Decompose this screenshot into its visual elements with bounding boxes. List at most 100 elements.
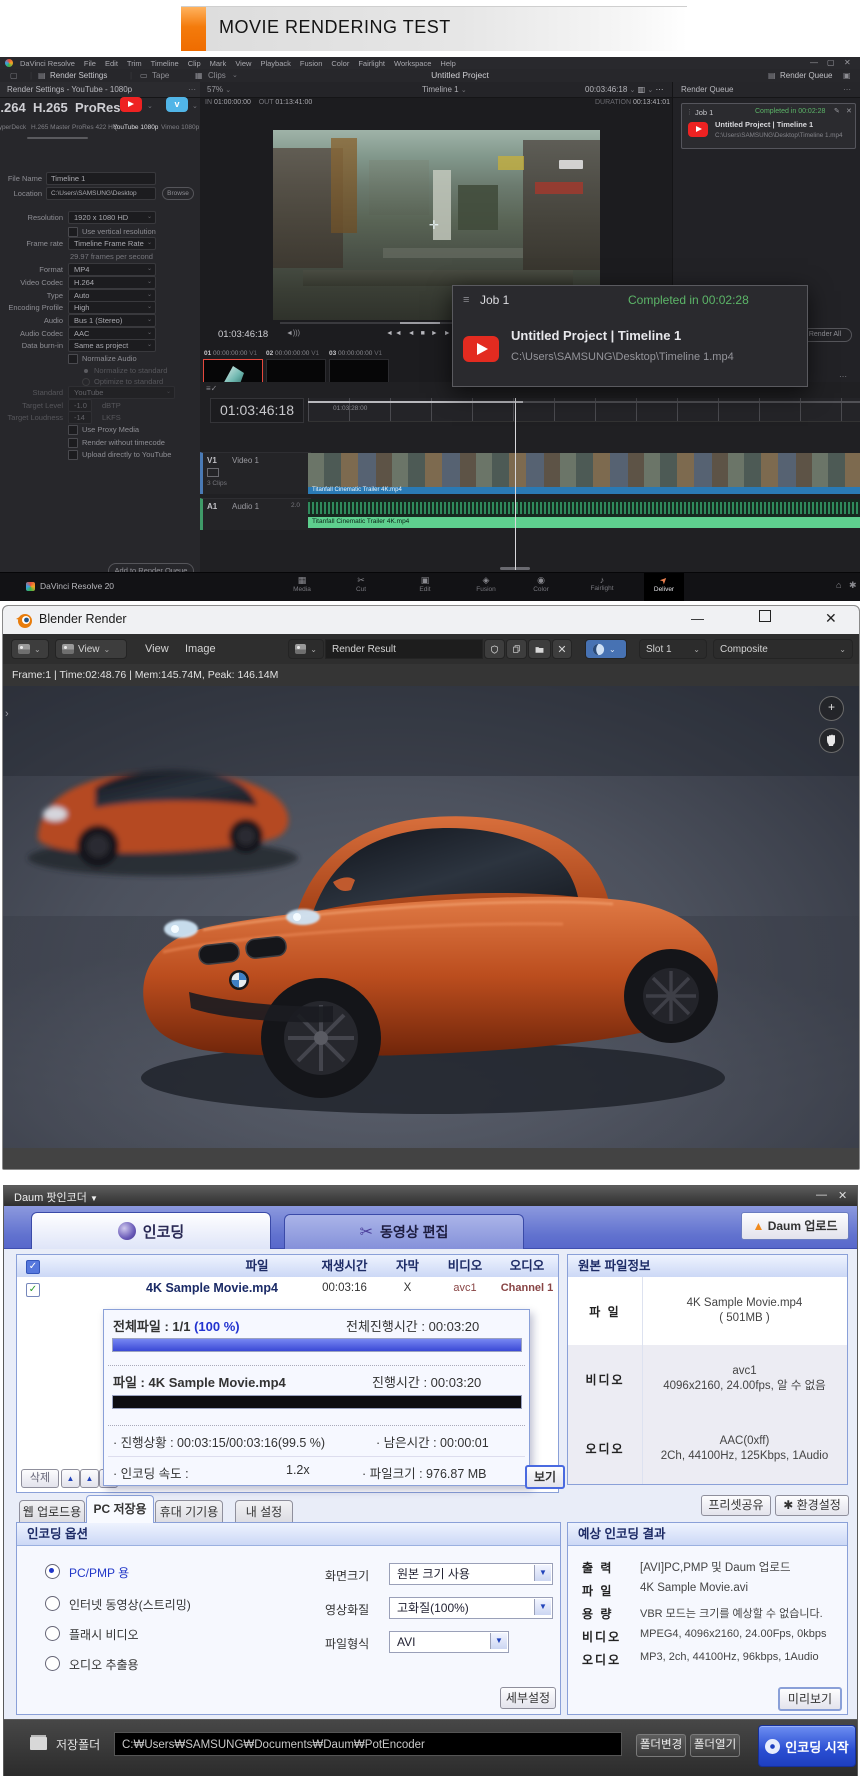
pass-select[interactable]: Composite⌄: [713, 639, 853, 659]
col-subtitle[interactable]: 자막: [380, 1255, 435, 1277]
radio-flash-label[interactable]: 플래시 비디오: [69, 1626, 139, 1643]
start-encoding-button[interactable]: 인코딩 시작: [758, 1725, 856, 1767]
slot-select[interactable]: Slot 1⌄: [639, 639, 707, 659]
youtube-preset-icon[interactable]: [120, 97, 142, 112]
editor-type-select[interactable]: ⌄: [11, 639, 49, 659]
file-format-select[interactable]: AVI▼: [389, 1631, 509, 1653]
preset-h264[interactable]: H.264: [0, 100, 26, 115]
radio-flash[interactable]: [45, 1626, 60, 1641]
pan-hand-icon[interactable]: [819, 728, 844, 753]
nav-media[interactable]: ▦Media: [284, 575, 320, 593]
preview-button[interactable]: 미리보기: [778, 1687, 842, 1711]
menu-view[interactable]: View: [235, 59, 251, 68]
menu-playback[interactable]: Playback: [260, 59, 290, 68]
col-duration[interactable]: 재생시간: [307, 1255, 382, 1277]
clips-button[interactable]: Clips: [208, 71, 226, 80]
preset-h265[interactable]: H.265: [33, 100, 68, 115]
preset-tab-mobile[interactable]: 휴대 기기용: [155, 1500, 223, 1524]
render-queue-toolbar-button[interactable]: Render Queue: [780, 71, 832, 80]
location-input[interactable]: C:\Users\SAMSUNG\Desktop: [46, 187, 156, 200]
file-row-checkbox[interactable]: ✓: [26, 1283, 40, 1297]
preset-share-button[interactable]: 프리셋공유: [701, 1495, 771, 1516]
format-select[interactable]: MP4⌄: [68, 263, 156, 276]
timeline-tools-icon[interactable]: ≡✓: [206, 384, 217, 393]
nav-fairlight[interactable]: ♪Fairlight: [584, 575, 620, 592]
display-channels-select[interactable]: ⌄: [585, 639, 627, 659]
move-up-button[interactable]: ▲: [80, 1469, 99, 1488]
timeline-playhead[interactable]: [515, 398, 516, 570]
home-icon[interactable]: ⌂: [836, 580, 841, 590]
add-to-render-queue-button[interactable]: Add to Render Queue: [108, 563, 194, 572]
preset-tab-pc[interactable]: PC 저장용: [86, 1495, 154, 1523]
job-edit-icon[interactable]: ✎: [834, 107, 840, 115]
menu-trim[interactable]: Trim: [127, 59, 142, 68]
radio-pc-pmp[interactable]: [45, 1564, 60, 1579]
menu-help[interactable]: Help: [440, 59, 455, 68]
menu-color[interactable]: Color: [331, 59, 349, 68]
open-image-folder-button[interactable]: [528, 639, 551, 659]
view-button[interactable]: 보기: [525, 1465, 565, 1489]
frame-rate-select[interactable]: Timeline Frame Rate⌄: [68, 237, 156, 250]
preset-tab-custom[interactable]: 내 설정: [235, 1500, 293, 1524]
monitor-icon[interactable]: ▢: [10, 71, 18, 80]
view-mode-select[interactable]: View⌄: [55, 639, 127, 659]
image-datablock-icon-select[interactable]: ⌄: [288, 639, 324, 659]
viewer-zoom-select[interactable]: 57% ⌄: [207, 85, 231, 94]
viewer-timecode-small[interactable]: 00:03:46:18 ⌄ ▥ ⌄ ⋯: [585, 85, 664, 94]
browse-button[interactable]: Browse: [162, 187, 194, 200]
potencoder-close-button[interactable]: ✕: [838, 1189, 847, 1202]
vertical-res-checkbox[interactable]: [68, 227, 78, 237]
job-drag-handle-icon[interactable]: ⋮: [686, 108, 693, 116]
tape-button[interactable]: Tape: [152, 71, 169, 80]
queue-options-icon[interactable]: ⋯: [843, 85, 851, 94]
optimize-standard-radio[interactable]: [82, 378, 90, 386]
speaker-icon[interactable]: ◄))): [286, 330, 300, 337]
radio-pc-pmp-label[interactable]: PC/PMP 용: [69, 1564, 129, 1581]
radio-streaming-label[interactable]: 인터넷 동영상(스트리밍): [69, 1596, 191, 1613]
data-burnin-select[interactable]: Same as project⌄: [68, 339, 156, 352]
unlink-datablock-button[interactable]: ✕: [552, 639, 572, 659]
tab-encoding[interactable]: 인코딩: [31, 1212, 271, 1249]
open-folder-button[interactable]: 폴더열기: [690, 1734, 740, 1757]
render-settings-button[interactable]: Render Settings: [50, 71, 107, 80]
encoding-profile-select[interactable]: High⌄: [68, 301, 156, 314]
col-audio[interactable]: 오디오: [497, 1255, 557, 1277]
menu-fairlight[interactable]: Fairlight: [358, 59, 385, 68]
move-top-button[interactable]: ▲: [61, 1469, 80, 1488]
menu-davinci[interactable]: DaVinci Resolve: [20, 59, 75, 68]
blender-minimize-button[interactable]: —: [691, 611, 704, 626]
resolve-close-button[interactable]: ✕: [844, 57, 851, 69]
blender-maximize-button[interactable]: [759, 610, 771, 622]
normalize-audio-checkbox[interactable]: [68, 354, 78, 364]
video-clip-label-bar[interactable]: Titanfall Cinematic Trailer 4K.mp4: [308, 487, 860, 494]
popup-drag-handle-icon[interactable]: ≡: [463, 294, 469, 306]
change-folder-button[interactable]: 폴더변경: [636, 1734, 686, 1757]
timeline-options-icon[interactable]: ⋯: [839, 372, 847, 381]
audio-clip-label-bar[interactable]: Titanfall Cinematic Trailer 4K.mp4: [308, 517, 860, 528]
radio-streaming[interactable]: [45, 1596, 60, 1611]
nav-edit[interactable]: ▣Edit: [407, 575, 443, 593]
standard-select[interactable]: YouTube⌄: [68, 386, 175, 399]
nav-fusion[interactable]: ◈Fusion: [468, 575, 504, 593]
video-track-header[interactable]: V1 Video 1 3 Clips: [200, 452, 311, 494]
menu-file[interactable]: File: [84, 59, 96, 68]
select-all-checkbox[interactable]: ✓: [26, 1260, 40, 1274]
render-without-timecode-checkbox[interactable]: [68, 438, 78, 448]
layout-icon[interactable]: ▣: [843, 71, 851, 80]
resolution-select[interactable]: 1920 x 1080 HD⌄: [68, 211, 156, 224]
potencoder-minimize-button[interactable]: —: [816, 1189, 827, 1201]
timeline-ruler[interactable]: 01:03:28:00: [308, 398, 860, 422]
settings-button[interactable]: ✱ 환경설정: [775, 1495, 849, 1516]
video-codec-select[interactable]: H.264⌄: [68, 276, 156, 289]
nav-deliver-active[interactable]: ➤ Deliver: [644, 573, 684, 601]
menu-workspace[interactable]: Workspace: [394, 59, 431, 68]
detail-settings-button[interactable]: 세부설정: [500, 1687, 556, 1709]
nav-color[interactable]: ◉Color: [523, 575, 559, 593]
normalize-standard-radio[interactable]: [84, 369, 88, 373]
tab-video-edit[interactable]: ✂ 동영상 편집: [284, 1214, 524, 1249]
audio-track-header[interactable]: A1 Audio 1 2.0: [200, 498, 311, 530]
blender-close-button[interactable]: ✕: [825, 610, 837, 627]
vimeo-preset-icon[interactable]: v: [166, 97, 188, 112]
proxy-media-checkbox[interactable]: [68, 425, 78, 435]
radio-audio-extract-label[interactable]: 오디오 추출용: [69, 1656, 139, 1673]
